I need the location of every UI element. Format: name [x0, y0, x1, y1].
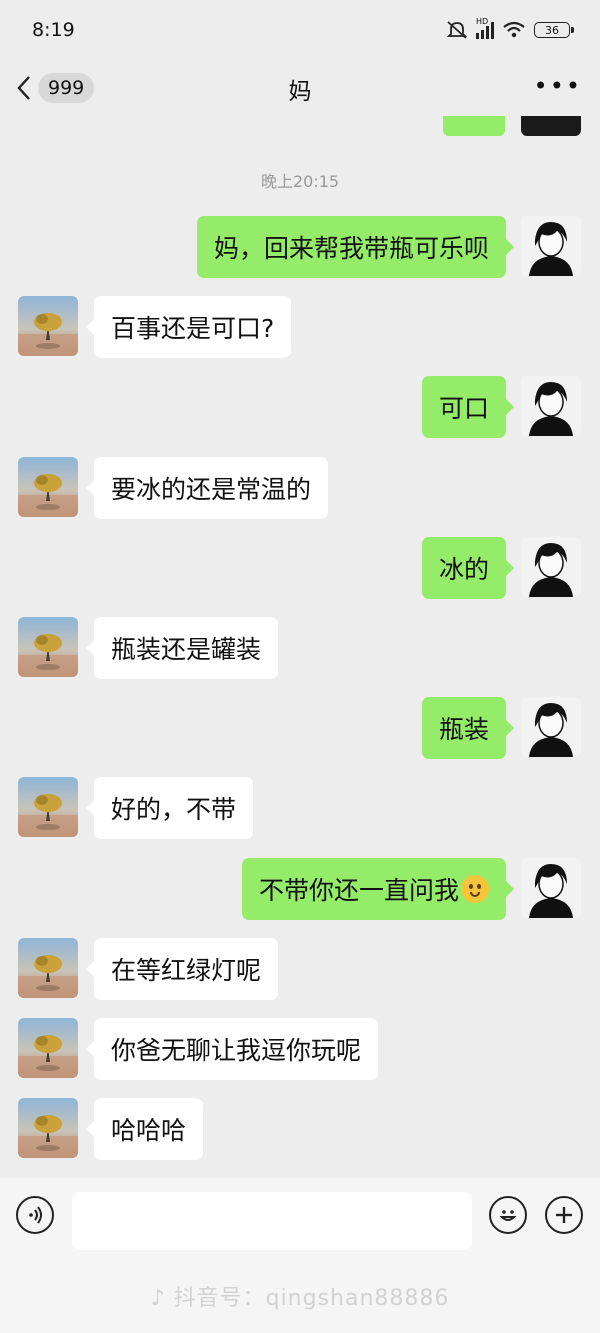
my-avatar[interactable] — [521, 216, 581, 276]
voice-icon — [29, 1206, 42, 1224]
douyin-watermark: ♪ 抖音号：qingshan88886 — [0, 1280, 600, 1312]
voice-button[interactable] — [16, 1196, 54, 1234]
contact-avatar[interactable] — [18, 938, 78, 998]
message-text: 要冰的还是常温的 — [111, 475, 312, 504]
contact-avatar[interactable] — [18, 296, 78, 356]
outgoing-message-bubble[interactable]: 瓶装 — [421, 697, 515, 759]
grimacing-face-icon — [461, 875, 489, 903]
incoming-message-bubble[interactable]: 在等红绿灯呢 — [85, 938, 279, 1000]
partial-avatar — [521, 116, 581, 136]
incoming-message-bubble[interactable]: 瓶装还是罐装 — [85, 617, 279, 679]
outgoing-message-bubble[interactable]: 不带你还一直问我 — [241, 858, 515, 920]
message-text: 在等红绿灯呢 — [111, 956, 262, 985]
smiley-icon — [499, 1210, 517, 1221]
message-text: 你爸无聊让我逗你玩呢 — [111, 1036, 362, 1065]
battery-icon: 36 — [534, 22, 574, 38]
message-text: 哈哈哈 — [111, 1116, 187, 1145]
message-text: 冰的 — [438, 555, 489, 584]
message-row: 哈哈哈 — [0, 1098, 600, 1160]
message-text: 瓶装还是罐装 — [111, 635, 262, 664]
plus-icon — [556, 1207, 572, 1223]
message-input[interactable] — [72, 1192, 472, 1250]
message-text: 不带你还一直问我 — [258, 876, 459, 905]
status-time: 8:19 — [32, 19, 75, 41]
message-timestamp: 晚上20:15 — [260, 172, 340, 191]
message-text: 百事还是可口? — [111, 314, 275, 343]
chat-area[interactable]: 晚上20:15 妈，回来帮我带瓶可乐呗百事还是可口? 可口要冰的还是常温的冰的瓶装… — [0, 116, 600, 1178]
incoming-message-bubble[interactable]: 百事还是可口? — [85, 296, 292, 358]
message-row: 可口 — [0, 376, 600, 438]
status-bar: 8:19 HD 36 — [0, 0, 600, 60]
unread-count-badge: 999 — [38, 73, 95, 103]
message-row: 瓶装还是罐装 — [0, 617, 600, 679]
contact-avatar[interactable] — [18, 1098, 78, 1158]
douyin-logo-icon: ♪ — [150, 1286, 166, 1311]
message-row: 百事还是可口? — [0, 296, 600, 358]
status-icons: HD 36 — [446, 17, 574, 40]
message-text: 瓶装 — [438, 715, 489, 744]
my-avatar[interactable] — [521, 858, 581, 918]
nav-bar: 999 妈 ••• — [0, 60, 600, 116]
signal-icon: HD — [476, 17, 494, 39]
incoming-message-bubble[interactable]: 好的，不带 — [85, 777, 254, 839]
outgoing-message-bubble[interactable]: 妈，回来帮我带瓶可乐呗 — [196, 216, 515, 278]
incoming-message-bubble[interactable]: 你爸无聊让我逗你玩呢 — [85, 1018, 379, 1080]
my-avatar[interactable] — [521, 537, 581, 597]
message-row: 在等红绿灯呢 — [0, 938, 600, 1000]
wifi-icon — [503, 21, 525, 38]
message-row: 冰的 — [0, 537, 600, 599]
message-row: 你爸无聊让我逗你玩呢 — [0, 1018, 600, 1080]
my-avatar[interactable] — [521, 376, 581, 436]
input-bar: ♪ 抖音号：qingshan88886 — [0, 1178, 600, 1333]
chevron-left-icon — [17, 76, 30, 100]
message-row: 瓶装 — [0, 697, 600, 759]
contact-avatar[interactable] — [18, 1018, 78, 1078]
outgoing-message-bubble[interactable]: 冰的 — [421, 537, 515, 599]
watermark-text: 抖音号：qingshan88886 — [173, 1286, 450, 1311]
message-row: 妈，回来帮我带瓶可乐呗 — [0, 216, 600, 278]
emoji-button[interactable] — [489, 1196, 527, 1234]
message-row: 要冰的还是常温的 — [0, 457, 600, 519]
more-icon: ••• — [533, 72, 582, 100]
incoming-message-bubble[interactable]: 要冰的还是常温的 — [85, 457, 329, 519]
outgoing-message-bubble[interactable]: 可口 — [421, 376, 515, 438]
mute-icon — [446, 21, 468, 39]
back-button[interactable]: 999 — [16, 70, 95, 106]
contact-avatar[interactable] — [18, 457, 78, 517]
contact-avatar[interactable] — [18, 777, 78, 837]
message-text: 可口 — [438, 394, 489, 423]
more-options-button[interactable]: ••• — [534, 74, 582, 98]
contact-avatar[interactable] — [18, 617, 78, 677]
message-text: 好的，不带 — [111, 795, 237, 824]
message-text: 妈，回来帮我带瓶可乐呗 — [213, 234, 489, 263]
partial-bubble — [443, 116, 505, 136]
hd-label: HD — [476, 17, 489, 26]
incoming-message-bubble[interactable]: 哈哈哈 — [85, 1098, 204, 1160]
message-row: 不带你还一直问我 — [0, 858, 600, 920]
add-button[interactable] — [545, 1196, 583, 1234]
message-row: 好的，不带 — [0, 777, 600, 839]
my-avatar[interactable] — [521, 697, 581, 757]
